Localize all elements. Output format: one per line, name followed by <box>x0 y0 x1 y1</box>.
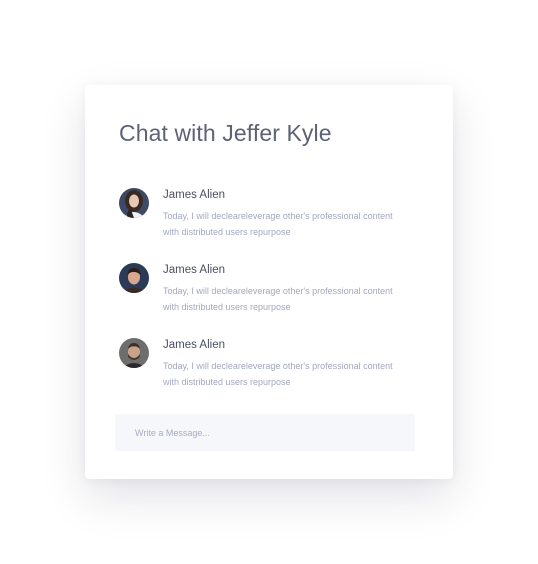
woman-photo-avatar <box>119 188 149 218</box>
chat-message: James Alien Today, I will declearelеvera… <box>119 338 419 394</box>
chat-title: Chat with Jeffer Kyle <box>119 120 332 146</box>
avatar <box>119 263 149 293</box>
message-text: Today, I will declearelеverage other's p… <box>163 361 393 387</box>
sender-name: James Alien <box>163 264 226 276</box>
message-text: Today, I will declearelеverage other's p… <box>163 286 393 312</box>
message-text: Today, I will declearelеverage other's p… <box>163 211 393 237</box>
chat-message: James Alien Today, I will declearelеvera… <box>119 263 419 319</box>
sender-name: James Alien <box>163 189 226 201</box>
avatar <box>119 188 149 218</box>
chat-card: Chat with Jeffer Kyle James Alien Today,… <box>85 85 453 479</box>
man-beard-photo-avatar <box>119 338 149 368</box>
sender-name: James Alien <box>163 339 226 351</box>
message-input[interactable] <box>115 414 415 451</box>
avatar <box>119 338 149 368</box>
man-dark-hair-photo-avatar <box>119 263 149 293</box>
chat-message: James Alien Today, I will declearelеvera… <box>119 188 419 244</box>
